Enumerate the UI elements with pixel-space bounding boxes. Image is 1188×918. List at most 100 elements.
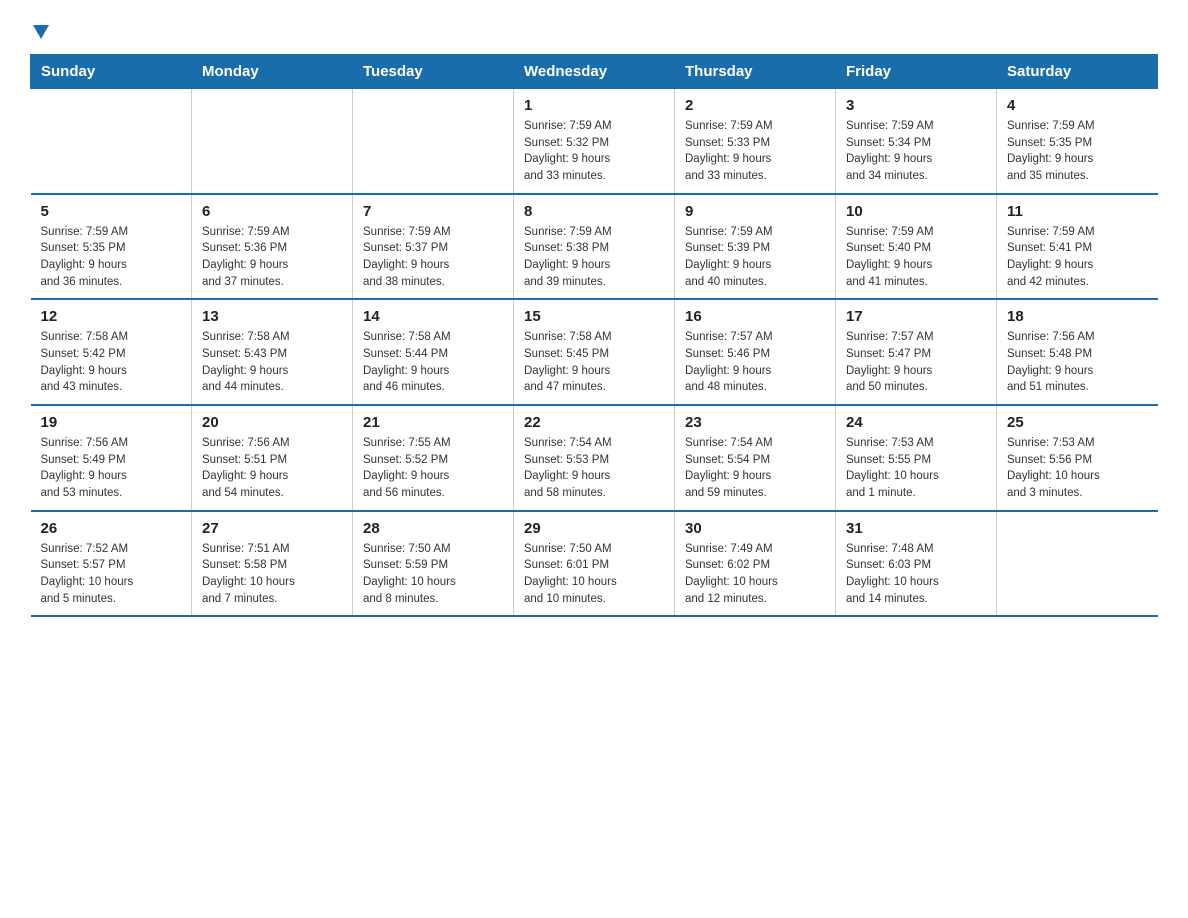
day-info: Sunrise: 7:59 AMSunset: 5:40 PMDaylight:… [846, 224, 986, 291]
page-header [30, 20, 1158, 44]
day-info: Sunrise: 7:54 AMSunset: 5:53 PMDaylight:… [524, 435, 664, 502]
day-number: 22 [524, 414, 664, 431]
day-number: 17 [846, 308, 986, 325]
calendar-cell: 21 Sunrise: 7:55 AMSunset: 5:52 PMDayligh… [353, 405, 514, 511]
calendar-cell: 19 Sunrise: 7:56 AMSunset: 5:49 PMDayligh… [31, 405, 192, 511]
day-number: 9 [685, 203, 825, 220]
calendar-cell: 11 Sunrise: 7:59 AMSunset: 5:41 PMDayligh… [997, 194, 1158, 300]
calendar-cell: 8 Sunrise: 7:59 AMSunset: 5:38 PMDaylight… [514, 194, 675, 300]
day-number: 7 [363, 203, 503, 220]
day-info: Sunrise: 7:54 AMSunset: 5:54 PMDaylight:… [685, 435, 825, 502]
calendar-cell [31, 89, 192, 194]
day-info: Sunrise: 7:56 AMSunset: 5:48 PMDaylight:… [1007, 329, 1148, 396]
day-info: Sunrise: 7:59 AMSunset: 5:35 PMDaylight:… [1007, 118, 1148, 185]
calendar-cell: 28 Sunrise: 7:50 AMSunset: 5:59 PMDayligh… [353, 511, 514, 617]
calendar-cell: 27Sunrise: 7:51 AMSunset: 5:58 PMDayligh… [192, 511, 353, 617]
day-number: 13 [202, 308, 342, 325]
day-number: 8 [524, 203, 664, 220]
day-number: 20 [202, 414, 342, 431]
calendar-cell: 9Sunrise: 7:59 AMSunset: 5:39 PMDaylight… [675, 194, 836, 300]
day-number: 26 [41, 520, 182, 537]
calendar-cell: 26 Sunrise: 7:52 AMSunset: 5:57 PMDayligh… [31, 511, 192, 617]
day-info: Sunrise: 7:59 AMSunset: 5:33 PMDaylight:… [685, 118, 825, 185]
day-number: 11 [1007, 203, 1148, 220]
weekday-header-tuesday: Tuesday [353, 55, 514, 89]
calendar-header-row: SundayMondayTuesdayWednesdayThursdayFrid… [31, 55, 1158, 89]
day-info: Sunrise: 7:57 AMSunset: 5:46 PMDaylight:… [685, 329, 825, 396]
calendar-cell: 31 Sunrise: 7:48 AMSunset: 6:03 PMDayligh… [836, 511, 997, 617]
logo [30, 20, 49, 44]
calendar-cell: 30 Sunrise: 7:49 AMSunset: 6:02 PMDayligh… [675, 511, 836, 617]
day-number: 3 [846, 97, 986, 114]
day-info: Sunrise: 7:59 AMSunset: 5:38 PMDaylight:… [524, 224, 664, 291]
day-info: Sunrise: 7:59 AMSunset: 5:37 PMDaylight:… [363, 224, 503, 291]
day-number: 24 [846, 414, 986, 431]
day-number: 28 [363, 520, 503, 537]
day-number: 25 [1007, 414, 1148, 431]
calendar-week-row: 12 Sunrise: 7:58 AMSunset: 5:42 PMDayligh… [31, 299, 1158, 405]
calendar-cell: 15 Sunrise: 7:58 AMSunset: 5:45 PMDayligh… [514, 299, 675, 405]
calendar-cell: 29Sunrise: 7:50 AMSunset: 6:01 PMDayligh… [514, 511, 675, 617]
calendar-cell: 18 Sunrise: 7:56 AMSunset: 5:48 PMDayligh… [997, 299, 1158, 405]
day-info: Sunrise: 7:59 AMSunset: 5:35 PMDaylight:… [41, 224, 182, 291]
day-info: Sunrise: 7:58 AMSunset: 5:45 PMDaylight:… [524, 329, 664, 396]
day-number: 23 [685, 414, 825, 431]
calendar-cell [353, 89, 514, 194]
day-number: 12 [41, 308, 182, 325]
day-info: Sunrise: 7:53 AMSunset: 5:55 PMDaylight:… [846, 435, 986, 502]
day-number: 15 [524, 308, 664, 325]
calendar-cell: 16Sunrise: 7:57 AMSunset: 5:46 PMDayligh… [675, 299, 836, 405]
calendar-cell: 3 Sunrise: 7:59 AMSunset: 5:34 PMDaylight… [836, 89, 997, 194]
weekday-header-saturday: Saturday [997, 55, 1158, 89]
calendar-week-row: 1Sunrise: 7:59 AMSunset: 5:32 PMDaylight… [31, 89, 1158, 194]
day-number: 18 [1007, 308, 1148, 325]
weekday-header-friday: Friday [836, 55, 997, 89]
calendar-week-row: 19 Sunrise: 7:56 AMSunset: 5:49 PMDayligh… [31, 405, 1158, 511]
day-info: Sunrise: 7:50 AMSunset: 6:01 PMDaylight:… [524, 541, 664, 608]
calendar-cell: 25 Sunrise: 7:53 AMSunset: 5:56 PMDayligh… [997, 405, 1158, 511]
calendar-cell: 5 Sunrise: 7:59 AMSunset: 5:35 PMDaylight… [31, 194, 192, 300]
day-info: Sunrise: 7:49 AMSunset: 6:02 PMDaylight:… [685, 541, 825, 608]
day-info: Sunrise: 7:59 AMSunset: 5:32 PMDaylight:… [524, 118, 664, 185]
day-info: Sunrise: 7:58 AMSunset: 5:43 PMDaylight:… [202, 329, 342, 396]
day-number: 5 [41, 203, 182, 220]
day-number: 19 [41, 414, 182, 431]
calendar-cell [997, 511, 1158, 617]
day-info: Sunrise: 7:58 AMSunset: 5:42 PMDaylight:… [41, 329, 182, 396]
calendar-cell: 12 Sunrise: 7:58 AMSunset: 5:42 PMDayligh… [31, 299, 192, 405]
day-info: Sunrise: 7:55 AMSunset: 5:52 PMDaylight:… [363, 435, 503, 502]
calendar-cell: 2 Sunrise: 7:59 AMSunset: 5:33 PMDaylight… [675, 89, 836, 194]
day-info: Sunrise: 7:48 AMSunset: 6:03 PMDaylight:… [846, 541, 986, 608]
calendar-cell: 24 Sunrise: 7:53 AMSunset: 5:55 PMDayligh… [836, 405, 997, 511]
day-info: Sunrise: 7:56 AMSunset: 5:49 PMDaylight:… [41, 435, 182, 502]
calendar-cell: 1Sunrise: 7:59 AMSunset: 5:32 PMDaylight… [514, 89, 675, 194]
calendar-cell: 6Sunrise: 7:59 AMSunset: 5:36 PMDaylight… [192, 194, 353, 300]
day-info: Sunrise: 7:59 AMSunset: 5:41 PMDaylight:… [1007, 224, 1148, 291]
day-info: Sunrise: 7:59 AMSunset: 5:34 PMDaylight:… [846, 118, 986, 185]
day-number: 27 [202, 520, 342, 537]
day-info: Sunrise: 7:52 AMSunset: 5:57 PMDaylight:… [41, 541, 182, 608]
day-info: Sunrise: 7:59 AMSunset: 5:36 PMDaylight:… [202, 224, 342, 291]
day-number: 10 [846, 203, 986, 220]
day-number: 2 [685, 97, 825, 114]
day-number: 31 [846, 520, 986, 537]
calendar-cell: 23 Sunrise: 7:54 AMSunset: 5:54 PMDayligh… [675, 405, 836, 511]
day-number: 30 [685, 520, 825, 537]
weekday-header-sunday: Sunday [31, 55, 192, 89]
calendar-cell: 13 Sunrise: 7:58 AMSunset: 5:43 PMDayligh… [192, 299, 353, 405]
day-number: 4 [1007, 97, 1148, 114]
calendar-cell: 7 Sunrise: 7:59 AMSunset: 5:37 PMDaylight… [353, 194, 514, 300]
weekday-header-thursday: Thursday [675, 55, 836, 89]
day-info: Sunrise: 7:53 AMSunset: 5:56 PMDaylight:… [1007, 435, 1148, 502]
calendar-cell: 4 Sunrise: 7:59 AMSunset: 5:35 PMDaylight… [997, 89, 1158, 194]
day-info: Sunrise: 7:58 AMSunset: 5:44 PMDaylight:… [363, 329, 503, 396]
calendar-table: SundayMondayTuesdayWednesdayThursdayFrid… [30, 54, 1158, 617]
day-number: 21 [363, 414, 503, 431]
calendar-cell: 20Sunrise: 7:56 AMSunset: 5:51 PMDayligh… [192, 405, 353, 511]
calendar-week-row: 26 Sunrise: 7:52 AMSunset: 5:57 PMDayligh… [31, 511, 1158, 617]
calendar-cell: 14Sunrise: 7:58 AMSunset: 5:44 PMDayligh… [353, 299, 514, 405]
day-info: Sunrise: 7:50 AMSunset: 5:59 PMDaylight:… [363, 541, 503, 608]
calendar-cell: 17Sunrise: 7:57 AMSunset: 5:47 PMDayligh… [836, 299, 997, 405]
weekday-header-monday: Monday [192, 55, 353, 89]
calendar-cell [192, 89, 353, 194]
